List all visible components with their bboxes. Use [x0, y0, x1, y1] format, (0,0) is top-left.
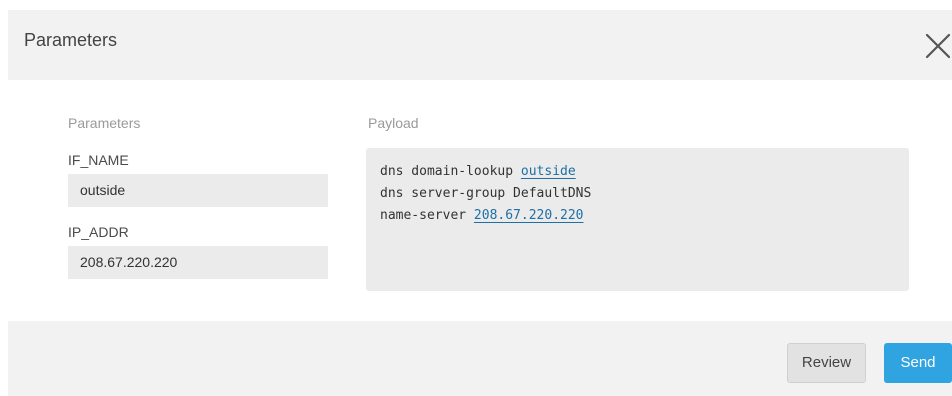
parameters-dialog: Parameters Parameters IF_NAME outside IP… [0, 0, 952, 396]
payload-box: dns domain-lookup outside dns server-gro… [366, 148, 909, 291]
payload-variable-ip-addr[interactable]: 208.67.220.220 [474, 208, 584, 223]
close-icon [925, 33, 951, 59]
payload-line-text: dns server-group DefaultDNS [380, 186, 592, 201]
send-button[interactable]: Send [884, 343, 952, 383]
dialog-footer: Review Send [8, 321, 952, 396]
payload-heading: Payload [368, 115, 419, 131]
ip-addr-label: IP_ADDR [68, 224, 129, 240]
payload-line: dns domain-lookup outside [380, 161, 909, 183]
payload-line: name-server 208.67.220.220 [380, 205, 909, 227]
review-button[interactable]: Review [787, 343, 866, 383]
dialog-header: Parameters [8, 10, 952, 80]
dialog-title: Parameters [24, 30, 118, 50]
payload-variable-if-name[interactable]: outside [521, 164, 576, 179]
payload-line: dns server-group DefaultDNS [380, 183, 909, 205]
parameters-heading: Parameters [68, 115, 141, 131]
if-name-field[interactable]: outside [68, 174, 328, 207]
close-button[interactable] [918, 26, 952, 60]
ip-addr-field[interactable]: 208.67.220.220 [68, 246, 328, 279]
if-name-label: IF_NAME [68, 152, 129, 168]
payload-line-text: name-server [380, 208, 474, 223]
payload-line-text: dns domain-lookup [380, 164, 521, 179]
